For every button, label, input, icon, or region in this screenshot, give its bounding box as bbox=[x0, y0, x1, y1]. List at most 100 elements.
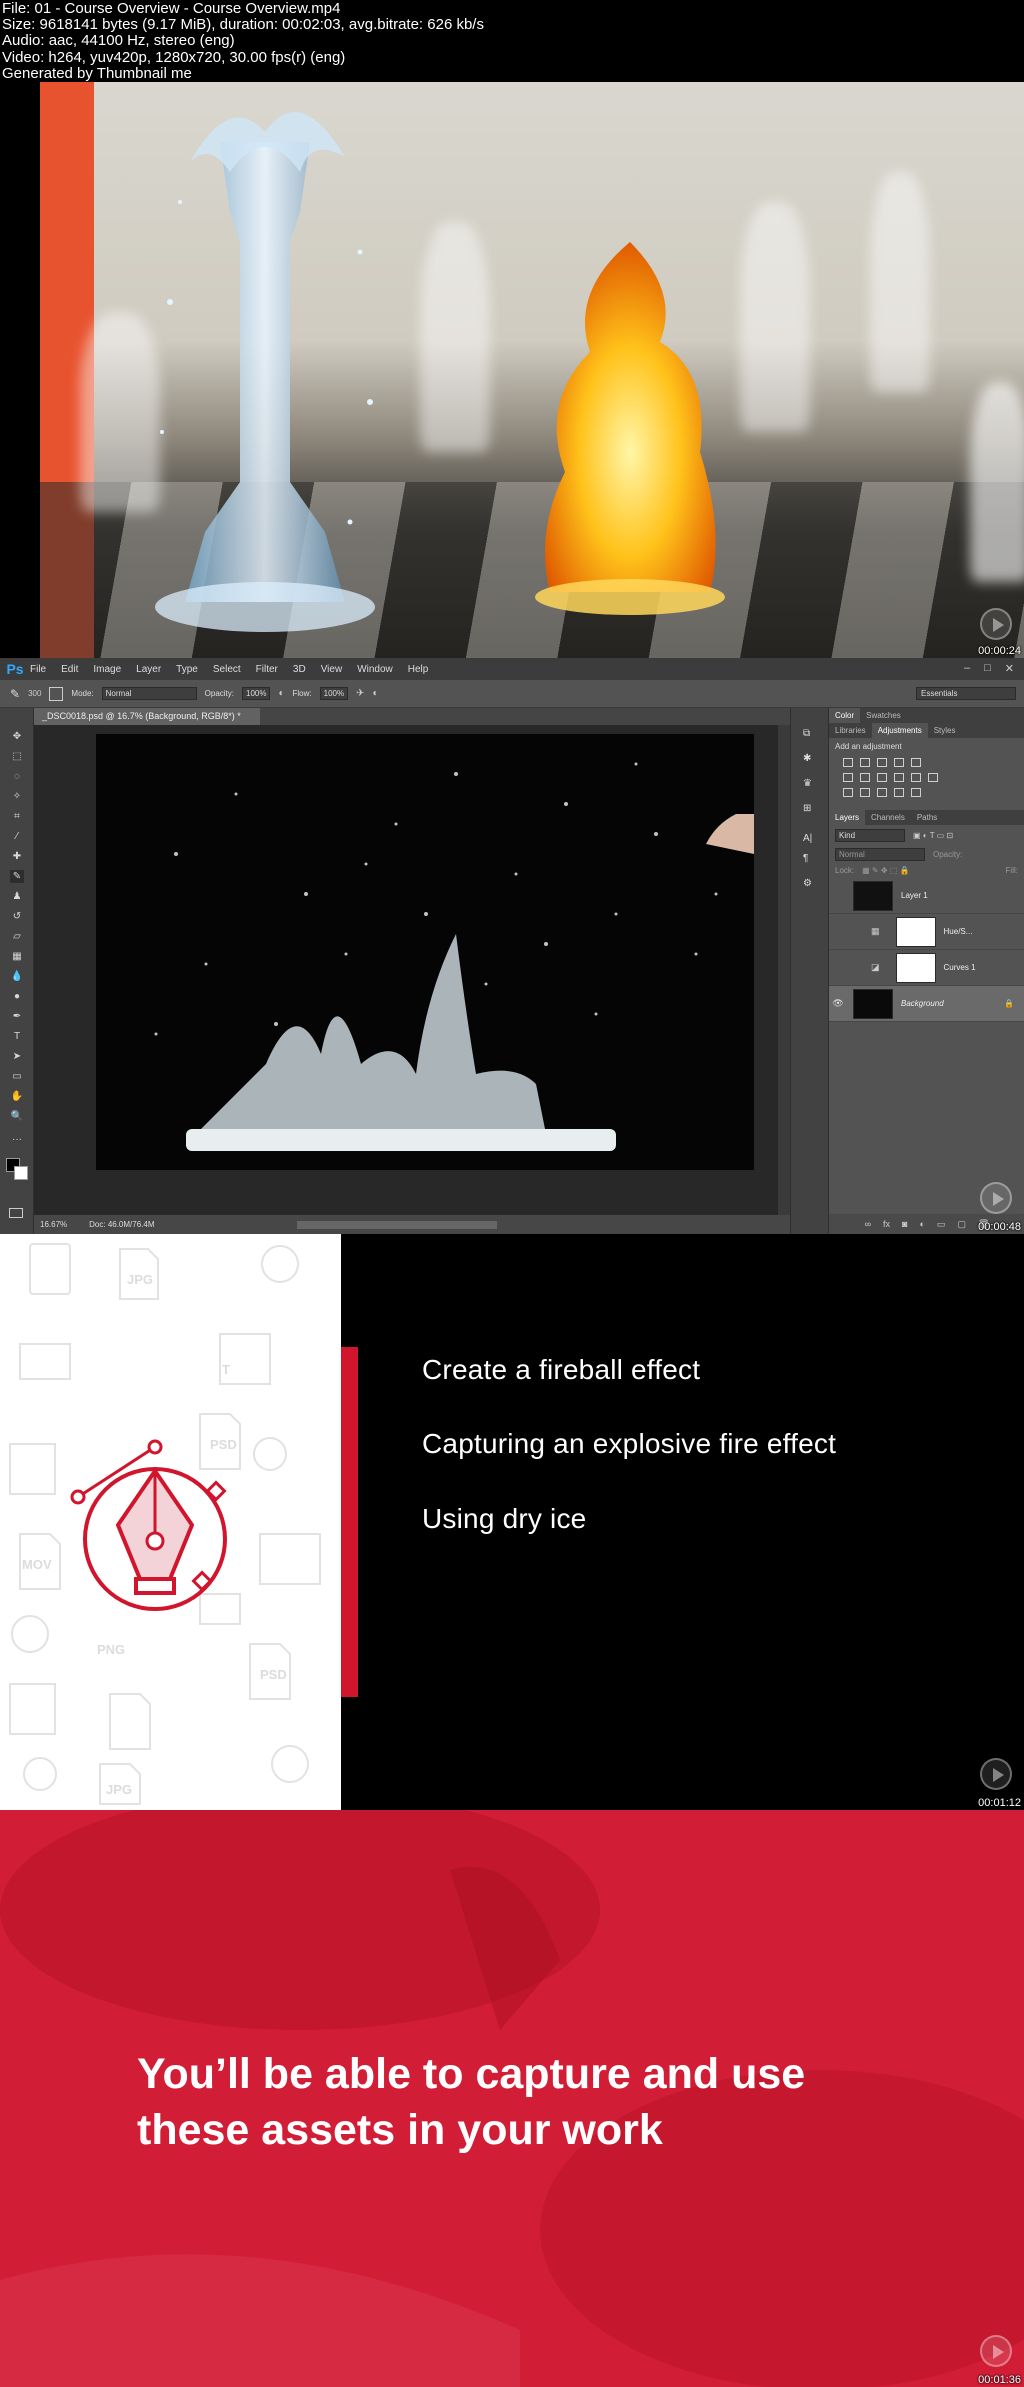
document-tab[interactable]: _DSC0018.psd @ 16.7% (Background, RGB/8*… bbox=[34, 708, 260, 725]
color-balance-icon[interactable] bbox=[860, 773, 870, 782]
vibrance-icon[interactable] bbox=[911, 758, 921, 767]
opacity-field[interactable]: 100% bbox=[242, 687, 271, 700]
eyedropper-icon[interactable]: ⁄ bbox=[10, 830, 24, 843]
layer-row[interactable]: ▦ Hue/S... bbox=[829, 914, 1024, 950]
menu-help[interactable]: Help bbox=[408, 664, 429, 675]
layer-style-icon[interactable]: fx bbox=[883, 1219, 890, 1229]
tab-layers[interactable]: Layers bbox=[829, 810, 866, 825]
channel-mixer-icon[interactable] bbox=[911, 773, 921, 782]
type-tool-icon[interactable]: T bbox=[10, 1030, 24, 1043]
brush-size-value[interactable]: 300 bbox=[28, 689, 41, 698]
zoom-level[interactable]: 16.67% bbox=[40, 1220, 67, 1229]
threshold-icon[interactable] bbox=[877, 788, 887, 797]
menu-layer[interactable]: Layer bbox=[136, 664, 161, 675]
blur-tool-icon[interactable]: 💧 bbox=[10, 970, 24, 983]
add-mask-icon[interactable]: ◙ bbox=[902, 1219, 907, 1229]
layer-row[interactable]: Layer 1 bbox=[829, 878, 1024, 914]
menu-file[interactable]: File bbox=[30, 664, 46, 675]
link-layers-icon[interactable]: ∞ bbox=[865, 1219, 871, 1229]
tab-swatches[interactable]: Swatches bbox=[860, 708, 907, 723]
zoom-tool-icon[interactable]: 🔍 bbox=[10, 1110, 24, 1123]
tab-color[interactable]: Color bbox=[829, 708, 861, 723]
workspace-select[interactable]: Essentials bbox=[916, 687, 1016, 700]
pressure-size-icon[interactable]: ◐ bbox=[373, 688, 379, 699]
crop-tool-icon[interactable]: ⌗ bbox=[10, 810, 24, 823]
history-brush-icon[interactable]: ↺ bbox=[10, 910, 24, 923]
lock-icons[interactable]: ▦ ✎ ✥ ⬚ 🔒 bbox=[862, 866, 909, 875]
vertical-scrollbar[interactable] bbox=[778, 725, 790, 1215]
mode-select[interactable]: Normal bbox=[101, 687, 197, 700]
eye-icon[interactable]: 👁 bbox=[829, 998, 847, 1009]
layer-name[interactable]: Background bbox=[901, 999, 944, 1008]
more-tools-icon[interactable]: ··· bbox=[10, 1133, 24, 1146]
selective-color-icon[interactable] bbox=[911, 788, 921, 797]
healing-brush-icon[interactable]: ✚ bbox=[10, 850, 24, 863]
hue-saturation-icon[interactable] bbox=[843, 773, 853, 782]
brush-panel-icon[interactable] bbox=[49, 686, 64, 701]
menu-image[interactable]: Image bbox=[93, 664, 121, 675]
layer-name[interactable]: Layer 1 bbox=[901, 891, 928, 900]
layer-name[interactable]: Hue/S... bbox=[944, 927, 973, 936]
flow-field[interactable]: 100% bbox=[319, 687, 349, 700]
dodge-tool-icon[interactable]: ● bbox=[10, 990, 24, 1003]
layer-filter-icons[interactable]: ▣ ◐ T ▭ ⊡ bbox=[913, 831, 953, 840]
pressure-opacity-icon[interactable]: ◐ bbox=[278, 688, 284, 699]
new-group-icon[interactable]: ▭ bbox=[937, 1219, 946, 1230]
menu-3d[interactable]: 3D bbox=[293, 664, 306, 675]
hand-tool-icon[interactable]: ✋ bbox=[10, 1090, 24, 1103]
properties-icon[interactable]: ⊞ bbox=[803, 803, 811, 814]
photo-filter-icon[interactable] bbox=[894, 773, 904, 782]
curves-icon[interactable] bbox=[877, 758, 887, 767]
quick-select-icon[interactable]: ✧ bbox=[10, 790, 24, 803]
menu-window[interactable]: Window bbox=[357, 664, 393, 675]
brush-tool-icon[interactable]: ✎ bbox=[10, 870, 24, 883]
horizontal-scrollbar[interactable] bbox=[296, 1220, 497, 1229]
path-select-icon[interactable]: ➤ bbox=[10, 1050, 24, 1063]
layer-kind-select[interactable]: Kind bbox=[835, 829, 905, 842]
menu-edit[interactable]: Edit bbox=[61, 664, 78, 675]
clone-stamp-icon[interactable]: ♟ bbox=[10, 890, 24, 903]
color-lookup-icon[interactable] bbox=[928, 773, 938, 782]
swatches-icon[interactable]: ✱ bbox=[803, 753, 811, 764]
layer-name[interactable]: Curves 1 bbox=[944, 963, 976, 972]
posterize-icon[interactable] bbox=[860, 788, 870, 797]
menu-type[interactable]: Type bbox=[176, 664, 198, 675]
exposure-icon[interactable] bbox=[894, 758, 904, 767]
marquee-tool-icon[interactable]: ⬚ bbox=[10, 750, 24, 763]
brush-tool-icon[interactable]: ✎ bbox=[10, 687, 20, 701]
tool-presets-icon[interactable]: ⚙ bbox=[803, 878, 812, 889]
menu-view[interactable]: View bbox=[321, 664, 343, 675]
character-icon[interactable]: A| bbox=[803, 833, 812, 844]
close-icon[interactable]: ✕ bbox=[1005, 662, 1014, 675]
menu-select[interactable]: Select bbox=[213, 664, 241, 675]
pen-tool-icon[interactable]: ✒ bbox=[10, 1010, 24, 1023]
brightness-icon[interactable] bbox=[843, 758, 853, 767]
tab-styles[interactable]: Styles bbox=[928, 723, 962, 738]
tab-paths[interactable]: Paths bbox=[911, 810, 943, 825]
levels-icon[interactable] bbox=[860, 758, 870, 767]
black-white-icon[interactable] bbox=[877, 773, 887, 782]
tab-libraries[interactable]: Libraries bbox=[829, 723, 872, 738]
new-adjustment-icon[interactable]: ◐ bbox=[919, 1219, 924, 1229]
maximize-icon[interactable]: □ bbox=[984, 662, 991, 675]
paragraph-icon[interactable]: ¶ bbox=[803, 853, 808, 864]
gradient-tool-icon[interactable]: ▦ bbox=[10, 950, 24, 963]
quick-mask-icon[interactable] bbox=[9, 1208, 23, 1218]
tab-channels[interactable]: Channels bbox=[865, 810, 911, 825]
menu-filter[interactable]: Filter bbox=[256, 664, 278, 675]
eraser-tool-icon[interactable]: ▱ bbox=[10, 930, 24, 943]
gradient-map-icon[interactable] bbox=[894, 788, 904, 797]
airbrush-icon[interactable]: ✈ bbox=[356, 688, 364, 699]
libraries-icon[interactable]: ♛ bbox=[803, 778, 812, 789]
minimize-icon[interactable]: – bbox=[964, 662, 970, 675]
tab-adjustments[interactable]: Adjustments bbox=[871, 723, 928, 738]
lasso-tool-icon[interactable]: ◌ bbox=[10, 770, 24, 783]
shape-tool-icon[interactable]: ▭ bbox=[10, 1070, 24, 1083]
new-layer-icon[interactable]: ▢ bbox=[957, 1219, 966, 1230]
blend-mode-select[interactable]: Normal bbox=[835, 848, 925, 861]
move-tool-icon[interactable]: ✥ bbox=[10, 730, 24, 743]
invert-icon[interactable] bbox=[843, 788, 853, 797]
background-color-swatch[interactable] bbox=[14, 1166, 28, 1180]
history-icon[interactable]: ⧉ bbox=[803, 728, 810, 739]
document-canvas[interactable] bbox=[96, 734, 754, 1170]
